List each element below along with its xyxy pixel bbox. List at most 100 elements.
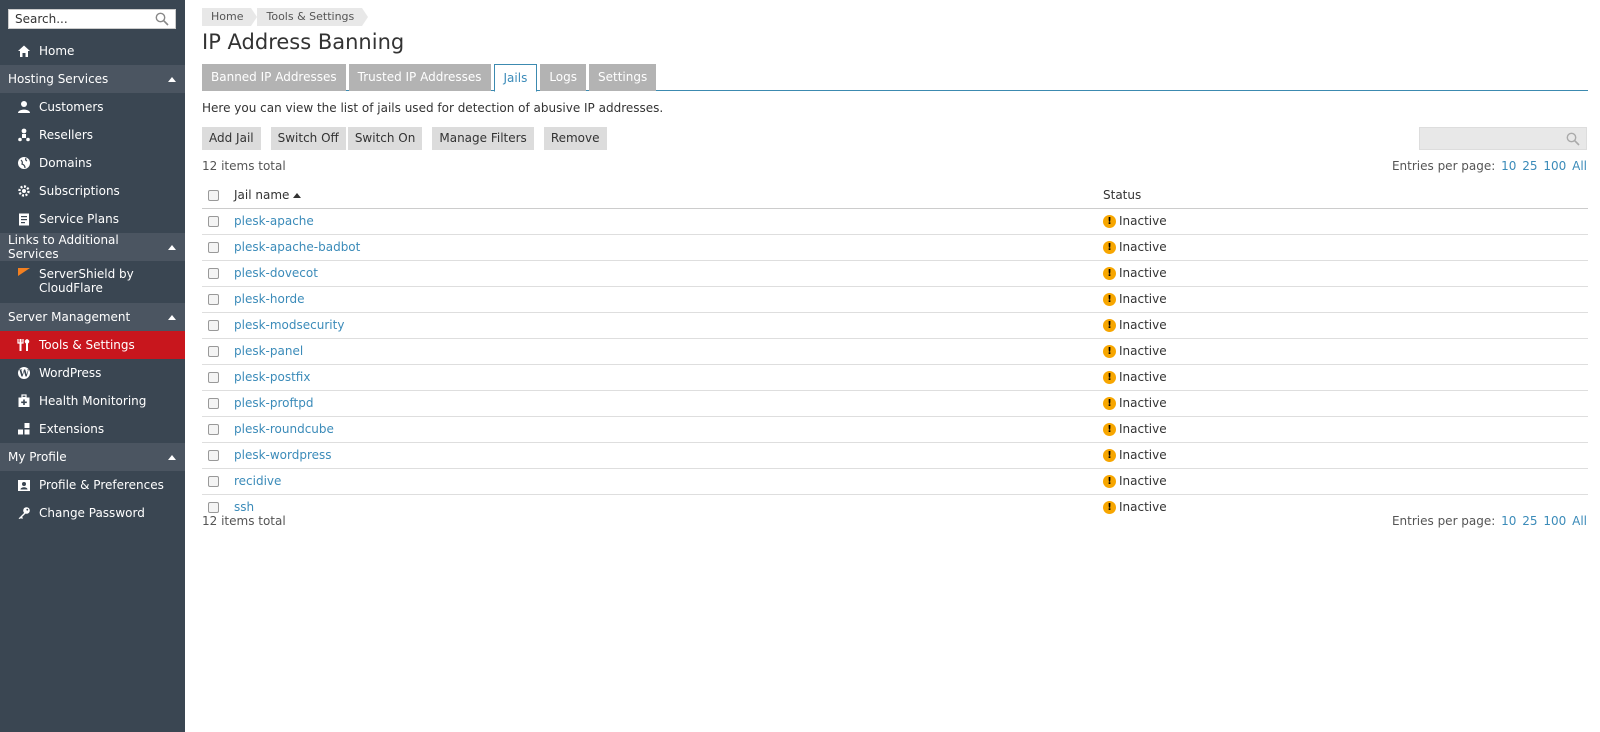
entries-per-page-bottom: Entries per page: 10 25 100 All — [1392, 514, 1587, 528]
sidebar-item-subscriptions[interactable]: Subscriptions — [0, 177, 185, 205]
page-size-25[interactable]: 25 — [1522, 159, 1537, 173]
row-checkbox[interactable] — [208, 242, 219, 253]
page-size-all[interactable]: All — [1572, 159, 1587, 173]
page-size-all[interactable]: All — [1572, 514, 1587, 528]
page-size-25[interactable]: 25 — [1522, 514, 1537, 528]
jail-name-link[interactable]: plesk-dovecot — [234, 266, 318, 280]
warning-icon: ! — [1103, 423, 1116, 436]
jail-name-link[interactable]: plesk-modsecurity — [234, 318, 344, 332]
row-select-cell — [202, 416, 234, 443]
switch-off-button[interactable]: Switch Off — [270, 127, 346, 150]
row-checkbox[interactable] — [208, 424, 219, 435]
jail-name-link[interactable]: recidive — [234, 474, 281, 488]
search-icon[interactable] — [155, 12, 169, 26]
sidebar-item-label: Resellers — [39, 128, 94, 142]
status-cell: ! Inactive — [1103, 468, 1588, 495]
switch-on-button[interactable]: Switch On — [347, 127, 423, 150]
sidebar-item-domains[interactable]: Domains — [0, 149, 185, 177]
search-icon[interactable] — [1566, 132, 1580, 146]
sidebar-item-label: Subscriptions — [39, 184, 120, 198]
row-checkbox[interactable] — [208, 398, 219, 409]
section-server-management[interactable]: Server Management — [0, 303, 185, 331]
row-checkbox[interactable] — [208, 346, 219, 357]
sidebar-item-profile-preferences[interactable]: Profile & Preferences — [0, 471, 185, 499]
row-checkbox[interactable] — [208, 268, 219, 279]
manage-filters-button[interactable]: Manage Filters — [432, 127, 534, 150]
row-checkbox[interactable] — [208, 502, 219, 514]
warning-icon: ! — [1103, 475, 1116, 488]
warning-icon: ! — [1103, 501, 1116, 515]
sidebar-item-resellers[interactable]: Resellers — [0, 121, 185, 149]
sidebar-search-input[interactable] — [9, 10, 149, 28]
status-text: Inactive — [1119, 474, 1167, 488]
wordpress-icon: W — [17, 366, 31, 380]
status-text: Inactive — [1119, 448, 1167, 462]
sidebar-item-label: Change Password — [39, 506, 145, 520]
sidebar-item-change-password[interactable]: Change Password — [0, 499, 185, 527]
jail-name-link[interactable]: plesk-panel — [234, 344, 303, 358]
row-checkbox[interactable] — [208, 476, 219, 487]
sidebar-item-servershield[interactable]: ServerShield by CloudFlare — [0, 261, 185, 303]
remove-button[interactable]: Remove — [543, 127, 607, 150]
table-row: plesk-proftpd! Inactive — [202, 390, 1588, 417]
servershield-line-1: ServerShield by — [39, 267, 134, 281]
row-checkbox[interactable] — [208, 216, 219, 227]
row-select-cell — [202, 364, 234, 391]
sidebar-item-wordpress[interactable]: W WordPress — [0, 359, 185, 387]
row-checkbox[interactable] — [208, 294, 219, 305]
section-my-profile[interactable]: My Profile — [0, 443, 185, 471]
sidebar-item-tools-settings[interactable]: Tools & Settings — [0, 331, 185, 359]
page-size-10[interactable]: 10 — [1501, 514, 1516, 528]
row-checkbox[interactable] — [208, 320, 219, 331]
row-checkbox[interactable] — [208, 450, 219, 461]
jail-name-link[interactable]: plesk-postfix — [234, 370, 310, 384]
select-all-cell — [202, 182, 234, 209]
breadcrumb-tools-settings[interactable]: Tools & Settings — [257, 8, 369, 26]
sidebar-item-service-plans[interactable]: Service Plans — [0, 205, 185, 233]
clipboard-icon — [17, 212, 31, 226]
tab-bar: Banned IP Addresses Trusted IP Addresses… — [202, 64, 1588, 92]
jail-name-link[interactable]: plesk-wordpress — [234, 448, 332, 462]
column-header-name[interactable]: Jail name — [234, 182, 1103, 209]
section-hosting-services[interactable]: Hosting Services — [0, 65, 185, 93]
collapse-caret-icon — [168, 314, 176, 320]
sidebar-item-extensions[interactable]: Extensions — [0, 415, 185, 443]
sidebar-item-home[interactable]: Home — [0, 37, 185, 65]
select-all-checkbox[interactable] — [208, 189, 219, 201]
list-search-input[interactable] — [1420, 128, 1560, 149]
jail-name-link[interactable]: ssh — [234, 500, 254, 514]
sidebar-item-health-monitoring[interactable]: Health Monitoring — [0, 387, 185, 415]
tab-trusted-ip-addresses[interactable]: Trusted IP Addresses — [348, 64, 491, 91]
table-header-row: Jail name Status — [202, 182, 1588, 209]
tab-settings[interactable]: Settings — [589, 64, 657, 91]
jail-name-cell: ssh — [234, 494, 1103, 520]
section-links-additional-services[interactable]: Links to Additional Services — [0, 233, 185, 261]
tab-logs[interactable]: Logs — [540, 64, 587, 91]
jail-name-cell: plesk-proftpd — [234, 390, 1103, 417]
table-row: recidive! Inactive — [202, 468, 1588, 495]
table-row: plesk-panel! Inactive — [202, 338, 1588, 365]
column-header-name-label: Jail name — [234, 187, 290, 202]
collapse-caret-icon — [168, 454, 176, 460]
page-size-100[interactable]: 100 — [1543, 159, 1566, 173]
sidebar: Home Hosting Services Customers Reseller… — [0, 0, 185, 732]
status-text: Inactive — [1119, 240, 1167, 254]
tab-jails[interactable]: Jails — [493, 64, 538, 92]
status-text: Inactive — [1119, 422, 1167, 436]
page-size-10[interactable]: 10 — [1501, 159, 1516, 173]
jail-name-link[interactable]: plesk-apache — [234, 214, 314, 228]
row-checkbox[interactable] — [208, 372, 219, 383]
page-size-100[interactable]: 100 — [1543, 514, 1566, 528]
jail-name-link[interactable]: plesk-apache-badbot — [234, 240, 360, 254]
table-row: plesk-roundcube! Inactive — [202, 416, 1588, 443]
collapse-caret-icon — [168, 244, 176, 250]
jail-name-link[interactable]: plesk-horde — [234, 292, 305, 306]
jail-name-link[interactable]: plesk-roundcube — [234, 422, 334, 436]
tab-banned-ip-addresses[interactable]: Banned IP Addresses — [202, 64, 346, 91]
jail-name-link[interactable]: plesk-proftpd — [234, 396, 313, 410]
add-jail-button[interactable]: Add Jail — [202, 127, 261, 150]
sidebar-item-customers[interactable]: Customers — [0, 93, 185, 121]
breadcrumb-home[interactable]: Home — [202, 8, 259, 26]
row-select-cell — [202, 468, 234, 495]
section-label: Server Management — [8, 310, 131, 324]
